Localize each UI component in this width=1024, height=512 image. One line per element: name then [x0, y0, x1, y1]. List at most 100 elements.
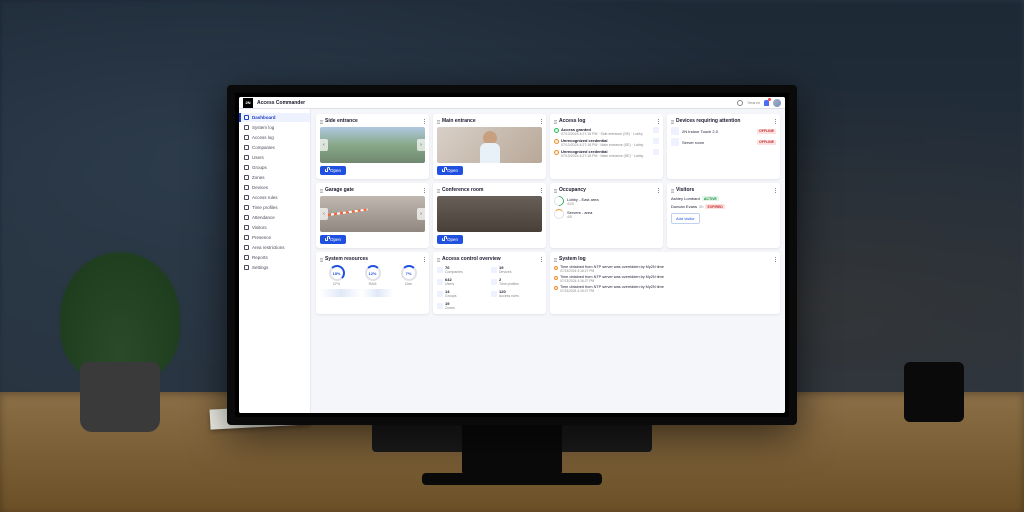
open-button[interactable]: Open — [320, 166, 346, 175]
next-icon[interactable]: › — [417, 139, 425, 151]
more-icon[interactable] — [541, 257, 542, 262]
more-icon[interactable] — [541, 188, 542, 193]
more-icon[interactable] — [775, 188, 776, 193]
lock-icon — [442, 238, 445, 241]
sidebar-item-access-log[interactable]: Access log — [239, 133, 310, 142]
more-icon[interactable] — [541, 119, 542, 124]
zone-icon — [437, 303, 443, 309]
warning-dot-icon — [554, 276, 558, 280]
sidebar-item-groups[interactable]: Groups — [239, 163, 310, 172]
sidebar-item-attendance[interactable]: Attendance — [239, 213, 310, 222]
user-icon — [244, 155, 249, 160]
card-access-overview: Access control overview 76Companies 19De… — [433, 252, 546, 314]
card-icon — [653, 138, 659, 144]
log-item[interactable]: Access granted07/13/2024 4:27:16 PM · Si… — [554, 127, 659, 136]
drag-icon[interactable] — [671, 119, 674, 124]
visitor-item[interactable]: Ashley LombardACTIVE — [671, 196, 776, 201]
sidebar-item-zones[interactable]: Zones — [239, 173, 310, 182]
add-visitor-button[interactable]: Add visitor — [671, 213, 700, 224]
notification-icon[interactable] — [764, 100, 769, 106]
search-icon[interactable] — [737, 100, 743, 106]
visitor-item[interactable]: Duncan Evans2hEXPIRED — [671, 204, 776, 209]
occupancy-ring — [554, 209, 564, 219]
group-icon — [437, 291, 443, 297]
next-icon[interactable]: › — [417, 208, 425, 220]
status-dot-warning — [554, 139, 559, 144]
stat-time-profiles[interactable]: 2Time profiles — [491, 277, 542, 286]
drag-icon[interactable] — [320, 188, 323, 193]
prev-icon[interactable]: ‹ — [320, 139, 328, 151]
card-side-entrance: Side entrance ‹› Open — [316, 114, 429, 179]
drag-icon[interactable] — [554, 119, 557, 124]
more-icon[interactable] — [424, 188, 425, 193]
warning-dot-icon — [554, 286, 558, 290]
stat-users[interactable]: 642Users — [437, 277, 488, 286]
system-log-item[interactable]: Time obtained from NTP server was overri… — [554, 285, 776, 293]
camera-feed-conf[interactable] — [437, 196, 542, 232]
sidebar-item-visitors[interactable]: Visitors — [239, 223, 310, 232]
open-button[interactable]: Open — [320, 235, 346, 244]
more-icon[interactable] — [424, 257, 425, 262]
sidebar-item-access-rules[interactable]: Access rules — [239, 193, 310, 202]
log-item[interactable]: Unrecognized credential07/13/2024 4:27:1… — [554, 138, 659, 147]
sidebar-item-users[interactable]: Users — [239, 153, 310, 162]
occupancy-item[interactable]: Servers - area4/5 — [554, 209, 659, 219]
drag-icon[interactable] — [437, 257, 440, 262]
dashboard-icon — [244, 115, 249, 120]
group-icon — [244, 165, 249, 170]
stat-zones[interactable]: 19Zones — [437, 301, 488, 310]
more-icon[interactable] — [658, 119, 659, 124]
prev-icon[interactable]: ‹ — [320, 208, 328, 220]
drag-icon[interactable] — [554, 257, 557, 262]
sidebar-item-settings[interactable]: Settings — [239, 263, 310, 272]
sidebar: Dashboard System log Access log Companie… — [239, 109, 311, 413]
drag-icon[interactable] — [320, 119, 323, 124]
attendance-icon — [244, 215, 249, 220]
card-devices-attention: Devices requiring attention 2N Indoor To… — [667, 114, 780, 179]
sidebar-item-time-profiles[interactable]: Time profiles — [239, 203, 310, 212]
drag-icon[interactable] — [671, 188, 674, 193]
sidebar-item-dashboard[interactable]: Dashboard — [239, 113, 310, 122]
stat-groups[interactable]: 14Groups — [437, 289, 488, 298]
search-placeholder: Search — [747, 100, 760, 105]
report-icon — [244, 255, 249, 260]
system-log-item[interactable]: Time obtained from NTP server was overri… — [554, 265, 776, 273]
card-visitors: Visitors Ashley LombardACTIVE Duncan Eva… — [667, 183, 780, 248]
more-icon[interactable] — [775, 257, 776, 262]
plant — [60, 252, 180, 432]
sidebar-item-area-restrictions[interactable]: Area restrictions — [239, 243, 310, 252]
drag-icon[interactable] — [437, 188, 440, 193]
occupancy-ring — [552, 194, 566, 208]
stat-companies[interactable]: 76Companies — [437, 265, 488, 274]
sidebar-item-companies[interactable]: Companies — [239, 143, 310, 152]
camera-feed-main[interactable] — [437, 127, 542, 163]
drag-icon[interactable] — [320, 257, 323, 262]
camera-feed-side[interactable]: ‹› — [320, 127, 425, 163]
device-icon — [244, 185, 249, 190]
more-icon[interactable] — [424, 119, 425, 124]
sidebar-item-reports[interactable]: Reports — [239, 253, 310, 262]
sidebar-item-devices[interactable]: Devices — [239, 183, 310, 192]
status-dot-granted — [554, 128, 559, 133]
stat-devices[interactable]: 19Devices — [491, 265, 542, 274]
open-button[interactable]: Open — [437, 235, 463, 244]
sidebar-item-presence[interactable]: Presence — [239, 233, 310, 242]
log-icon — [244, 125, 249, 130]
sidebar-item-system-log[interactable]: System log — [239, 123, 310, 132]
drag-icon[interactable] — [437, 119, 440, 124]
more-icon[interactable] — [775, 119, 776, 124]
open-button[interactable]: Open — [437, 166, 463, 175]
system-log-item[interactable]: Time obtained from NTP server was overri… — [554, 275, 776, 283]
sparkline — [320, 289, 425, 297]
device-item[interactable]: Server roomOFFLINE — [671, 138, 776, 146]
more-icon[interactable] — [658, 188, 659, 193]
occupancy-item[interactable]: Lobby - East area4/20 — [554, 196, 659, 206]
drag-icon[interactable] — [554, 188, 557, 193]
user-avatar[interactable] — [773, 99, 781, 107]
gauge-disk: 7%Disk — [392, 265, 425, 286]
camera-feed-garage[interactable]: ‹› — [320, 196, 425, 232]
device-icon — [671, 138, 679, 146]
log-item[interactable]: Unrecognized credential07/13/2024 4:27:1… — [554, 149, 659, 158]
device-item[interactable]: 2N Indoor Touch 2.0OFFLINE — [671, 127, 776, 135]
stat-access-rules[interactable]: 120Access rules — [491, 289, 542, 298]
